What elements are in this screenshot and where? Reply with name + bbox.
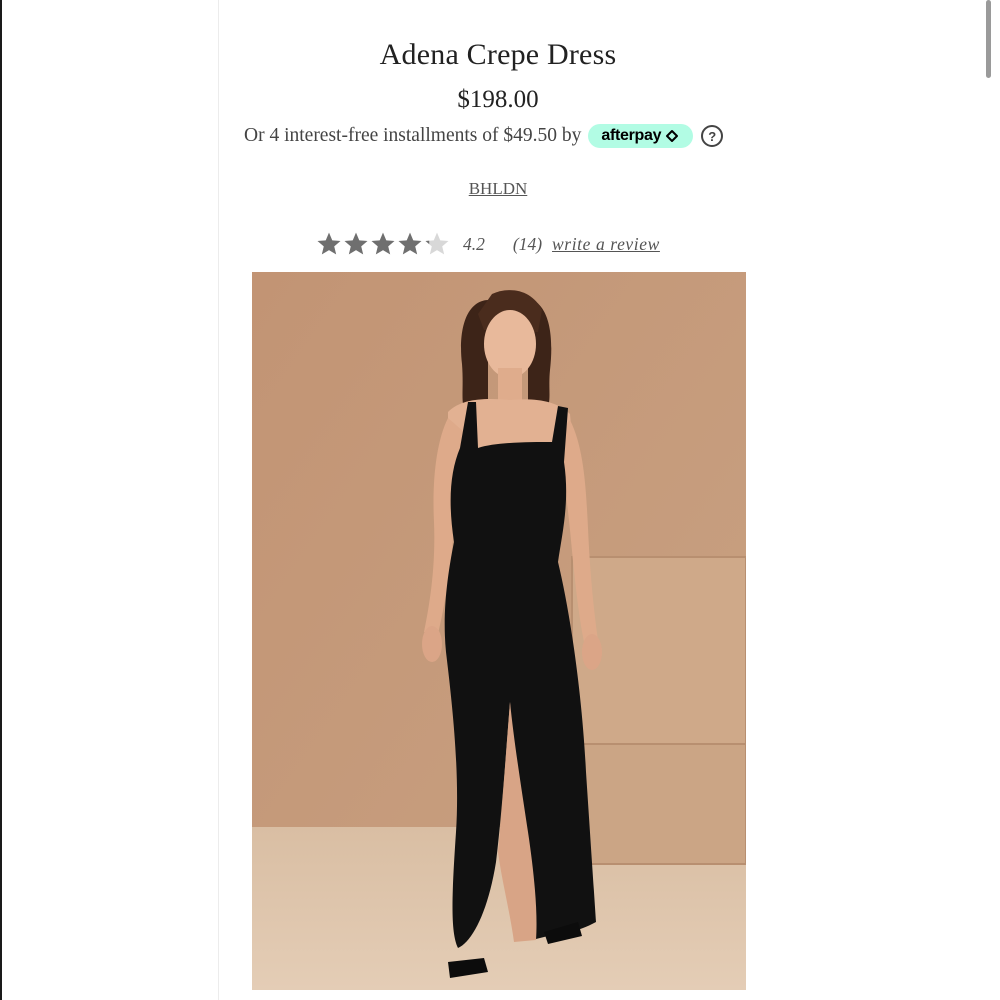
product-title: Adena Crepe Dress	[379, 38, 617, 71]
installments-row: Or 4 interest-free installments of $49.5…	[244, 124, 724, 148]
help-icon[interactable]: ?	[701, 125, 724, 147]
afterpay-label: afterpay	[601, 127, 662, 144]
star-icon	[398, 232, 422, 255]
column-divider	[218, 0, 219, 1000]
star-icon	[317, 232, 341, 255]
review-count[interactable]: (14)	[513, 234, 542, 255]
star-icon	[344, 232, 368, 255]
product-image[interactable]	[252, 272, 746, 990]
product-price: $198.00	[457, 86, 539, 113]
product-page: Adena Crepe Dress $198.00 Or 4 interest-…	[0, 0, 1000, 1000]
scrollbar[interactable]	[986, 0, 991, 78]
product-photo	[252, 272, 746, 990]
rating-value: 4.2	[463, 233, 485, 254]
star-rating	[316, 231, 451, 257]
brand-link[interactable]: BHLDN	[469, 179, 528, 198]
write-review-link[interactable]: write a review	[552, 234, 660, 255]
window-edge	[0, 0, 2, 1000]
afterpay-arrows-icon	[666, 130, 679, 142]
star-icon	[425, 232, 449, 255]
afterpay-badge[interactable]: afterpay	[588, 124, 694, 148]
brand-link-wrap: BHLDN	[220, 179, 776, 199]
star-icon	[371, 232, 395, 255]
installments-text: Or 4 interest-free installments of $49.5…	[244, 125, 582, 146]
rating-row: 4.2 (14) write a review	[316, 231, 660, 257]
